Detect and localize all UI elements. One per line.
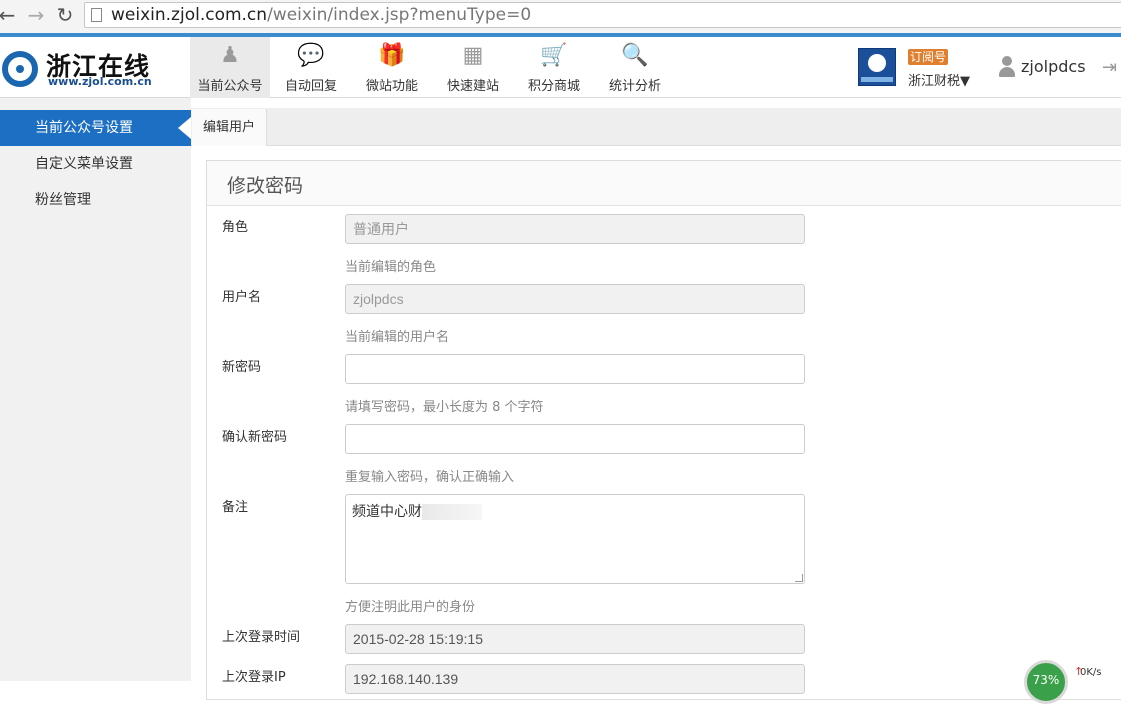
- menu-statistics[interactable]: 🔍 统计分析: [595, 37, 675, 98]
- tab-bar: 编辑用户: [191, 108, 1121, 146]
- menu-label: 积分商城: [527, 79, 580, 94]
- note-help: 方便注明此用户的身份: [345, 600, 476, 615]
- account-avatar[interactable]: [858, 48, 896, 86]
- confirm-password-help: 重复输入密码，确认正确输入: [345, 470, 515, 485]
- note-textarea[interactable]: 频道中心财: [345, 494, 805, 584]
- sidebar-item-custom-menu[interactable]: 自定义菜单设置: [0, 146, 191, 182]
- page-title: 修改密码: [227, 175, 304, 197]
- network-speed-widget[interactable]: 73% ↑ 0K/s: [1020, 657, 1121, 704]
- url-text: weixin.zjol.com.cn/weixin/index.jsp?menu…: [111, 5, 532, 25]
- sidebar: 当前公众号设置 自定义菜单设置 粉丝管理: [0, 98, 191, 681]
- confirm-password-input[interactable]: [345, 424, 805, 454]
- back-arrow-icon[interactable]: ←: [0, 4, 18, 26]
- site-logo[interactable]: 浙江在线 www.zjol.com.cn: [0, 47, 170, 89]
- chat-bubbles-icon: 💬: [297, 43, 325, 68]
- users-icon: ♟: [220, 43, 240, 68]
- logo-ring-icon: [2, 51, 38, 87]
- menu-label: 当前公众号: [197, 79, 263, 94]
- sidebar-item-fans[interactable]: 粉丝管理: [0, 182, 191, 218]
- menu-label: 自动回复: [284, 79, 337, 94]
- menu-label: 快速建站: [446, 79, 499, 94]
- gift-icon: 🎁: [378, 43, 406, 68]
- magnifier-icon: 🔍: [621, 43, 649, 68]
- menu-label: 统计分析: [608, 79, 661, 94]
- menu-quick-build[interactable]: ▦ 快速建站: [433, 37, 513, 98]
- new-password-input[interactable]: [345, 354, 805, 384]
- last-login-ip-field: 192.168.140.139: [345, 664, 805, 694]
- role-help: 当前编辑的角色: [345, 260, 437, 275]
- menu-auto-reply[interactable]: 💬 自动回复: [271, 37, 351, 98]
- username-label: 用户名: [222, 290, 262, 305]
- account-switcher[interactable]: 浙江财税▼: [908, 70, 970, 89]
- username-help: 当前编辑的用户名: [345, 330, 450, 345]
- top-header: 浙江在线 www.zjol.com.cn ♟ 当前公众号 💬 自动回复 🎁 微站…: [0, 37, 1121, 98]
- current-username[interactable]: zjolpdcs: [1021, 57, 1086, 76]
- speed-percent: 73%: [1024, 660, 1068, 704]
- username-field: zjolpdcs: [345, 284, 805, 314]
- new-password-label: 新密码: [222, 360, 262, 375]
- menu-current-account[interactable]: ♟ 当前公众号: [190, 37, 270, 98]
- reload-icon[interactable]: ↻: [54, 4, 76, 26]
- logo-url: www.zjol.com.cn: [48, 75, 152, 88]
- logout-icon[interactable]: ⇥: [1102, 57, 1117, 78]
- shopping-cart-icon: 🛒: [540, 43, 568, 68]
- page-icon: [91, 8, 102, 22]
- resize-handle[interactable]: [795, 574, 803, 582]
- menu-label: 微站功能: [365, 79, 418, 94]
- note-label: 备注: [222, 500, 249, 515]
- role-field: 普通用户: [345, 214, 805, 244]
- speed-rate: 0K/s: [1080, 667, 1102, 678]
- address-bar[interactable]: weixin.zjol.com.cn/weixin/index.jsp?menu…: [84, 2, 1121, 28]
- note-text: 频道中心财: [352, 504, 422, 520]
- windows-icon: ▦: [462, 43, 484, 68]
- account-type-badge: 订阅号: [908, 49, 949, 65]
- menu-points-mall[interactable]: 🛒 积分商城: [514, 37, 594, 98]
- browser-toolbar: ← → ↻ weixin.zjol.com.cn/weixin/index.js…: [0, 0, 1121, 33]
- new-password-help: 请填写密码，最小长度为 8 个字符: [345, 400, 544, 415]
- forward-arrow-icon[interactable]: →: [25, 4, 47, 26]
- user-icon: [998, 56, 1016, 78]
- tab-edit-user[interactable]: 编辑用户: [192, 109, 268, 146]
- panel-header: 修改密码: [207, 161, 1121, 206]
- last-login-ip-label: 上次登录IP: [222, 670, 286, 685]
- confirm-password-label: 确认新密码: [222, 430, 288, 445]
- last-login-time-field: 2015-02-28 15:19:15: [345, 624, 805, 654]
- sidebar-item-account-settings[interactable]: 当前公众号设置: [0, 110, 191, 146]
- redacted-text: [422, 504, 482, 520]
- menu-micro-site[interactable]: 🎁 微站功能: [352, 37, 432, 98]
- role-label: 角色: [222, 220, 249, 235]
- last-login-time-label: 上次登录时间: [222, 630, 301, 645]
